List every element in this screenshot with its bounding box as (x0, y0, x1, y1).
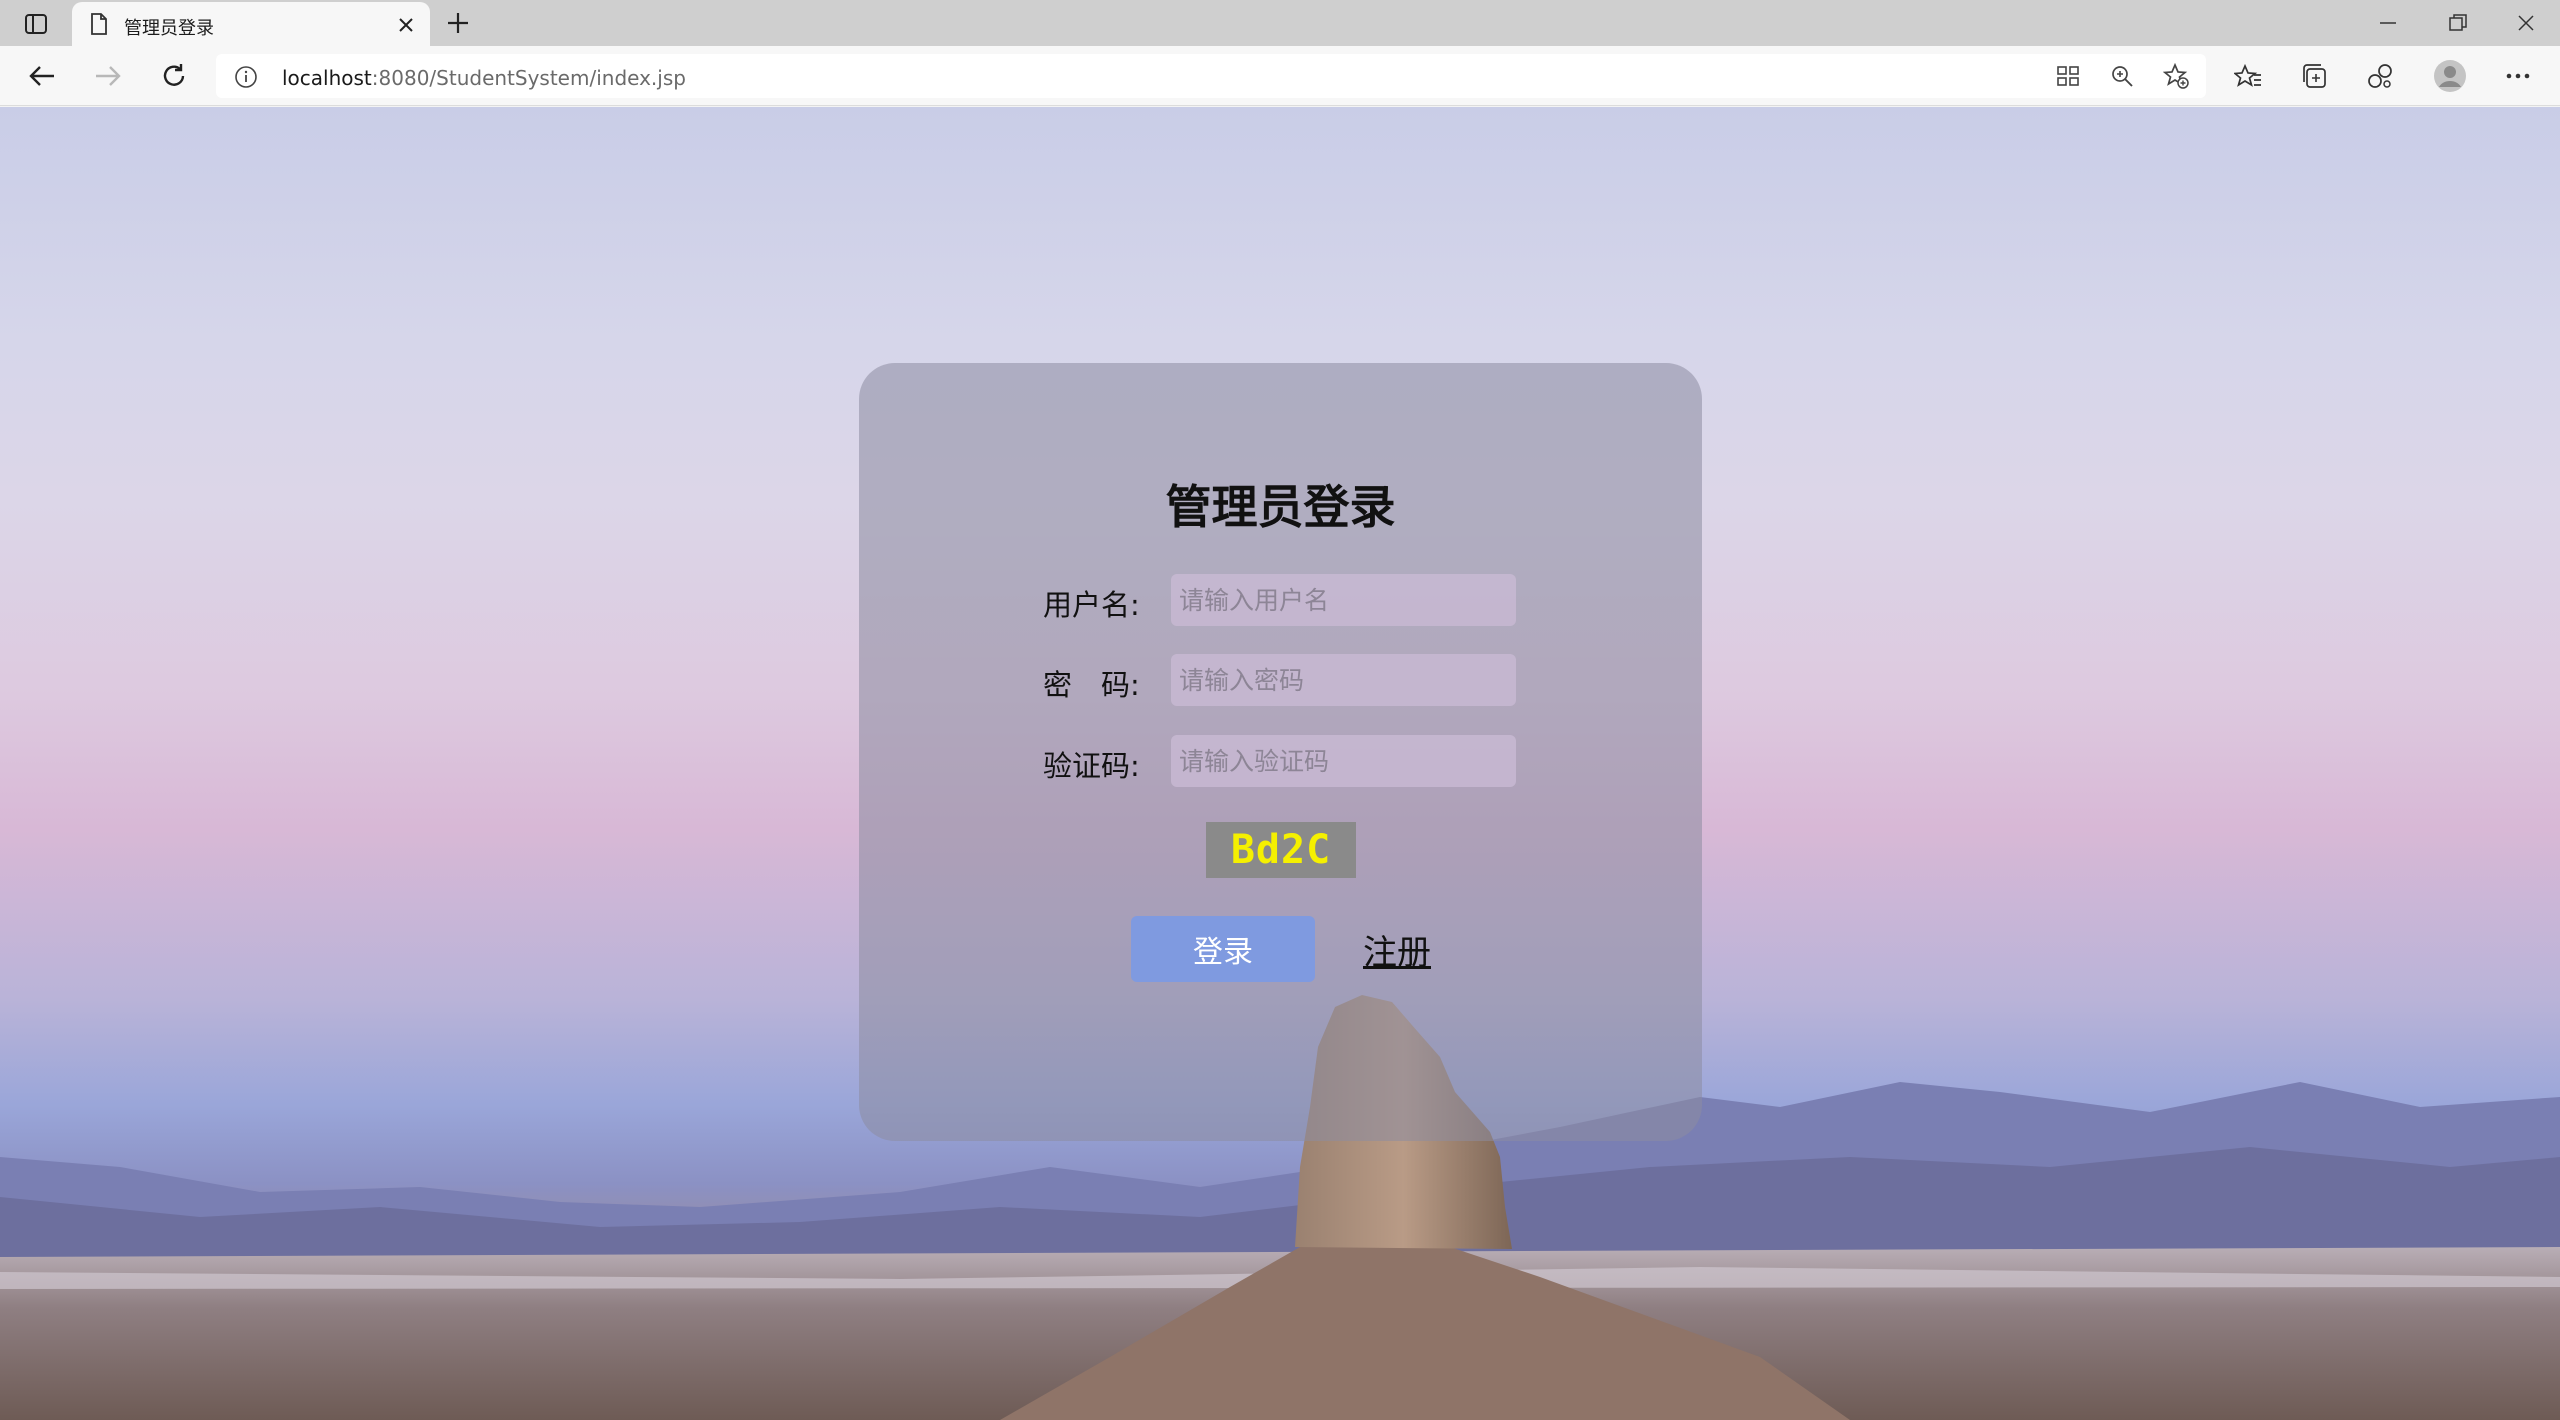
restore-icon[interactable] (2430, 6, 2486, 40)
close-icon[interactable] (396, 15, 416, 35)
address-bar[interactable]: localhost:8080/StudentSystem/index.jsp (216, 54, 2206, 98)
username-label: 用户名: (1043, 588, 1140, 622)
login-button[interactable]: 登录 (1131, 916, 1315, 982)
url-host: localhost (282, 66, 372, 90)
info-icon[interactable] (234, 65, 258, 93)
page-icon (90, 13, 108, 39)
login-card: 管理员登录 用户名: 密 码: 验证码: Bd2C 登录 注册 (859, 363, 1702, 1141)
captcha-image[interactable]: Bd2C (1206, 822, 1356, 878)
extensions-icon[interactable] (2362, 58, 2398, 94)
login-title: 管理员登录 (1165, 480, 1396, 534)
url-path: :8080/StudentSystem/index.jsp (371, 66, 686, 90)
profile-icon[interactable] (2432, 58, 2468, 94)
app-grid-icon[interactable] (2054, 64, 2082, 88)
url-text[interactable]: localhost:8080/StudentSystem/index.jsp (282, 66, 686, 90)
browser-tab[interactable]: 管理员登录 (72, 2, 430, 46)
navigation-bar: localhost:8080/StudentSystem/index.jsp (0, 46, 2560, 106)
captcha-label: 验证码: (1043, 749, 1140, 783)
more-icon[interactable] (2500, 58, 2536, 94)
back-icon[interactable] (24, 58, 60, 94)
username-row: 用户名: (859, 574, 1702, 626)
page-viewport: 管理员登录 用户名: 密 码: 验证码: Bd2C 登录 注册 (0, 107, 2560, 1420)
tab-strip: 管理员登录 (0, 0, 2560, 46)
captcha-row: 验证码: (859, 735, 1702, 787)
plus-icon[interactable] (444, 9, 472, 37)
register-link[interactable]: 注册 (1363, 925, 1431, 974)
collections-icon[interactable] (2296, 58, 2332, 94)
favorites-icon[interactable] (2230, 58, 2266, 94)
username-input[interactable] (1171, 574, 1516, 626)
tab-title: 管理员登录 (124, 18, 214, 39)
refresh-icon[interactable] (156, 58, 192, 94)
password-row: 密 码: (859, 654, 1702, 706)
forward-icon[interactable] (90, 58, 126, 94)
zoom-icon[interactable] (2108, 64, 2136, 88)
minimize-icon[interactable] (2360, 6, 2416, 40)
password-input[interactable] (1171, 654, 1516, 706)
add-favorite-icon[interactable] (2162, 63, 2190, 89)
tab-actions-icon[interactable] (18, 10, 54, 38)
password-label: 密 码: (1043, 668, 1140, 702)
close-window-icon[interactable] (2498, 6, 2554, 40)
captcha-input[interactable] (1171, 735, 1516, 787)
